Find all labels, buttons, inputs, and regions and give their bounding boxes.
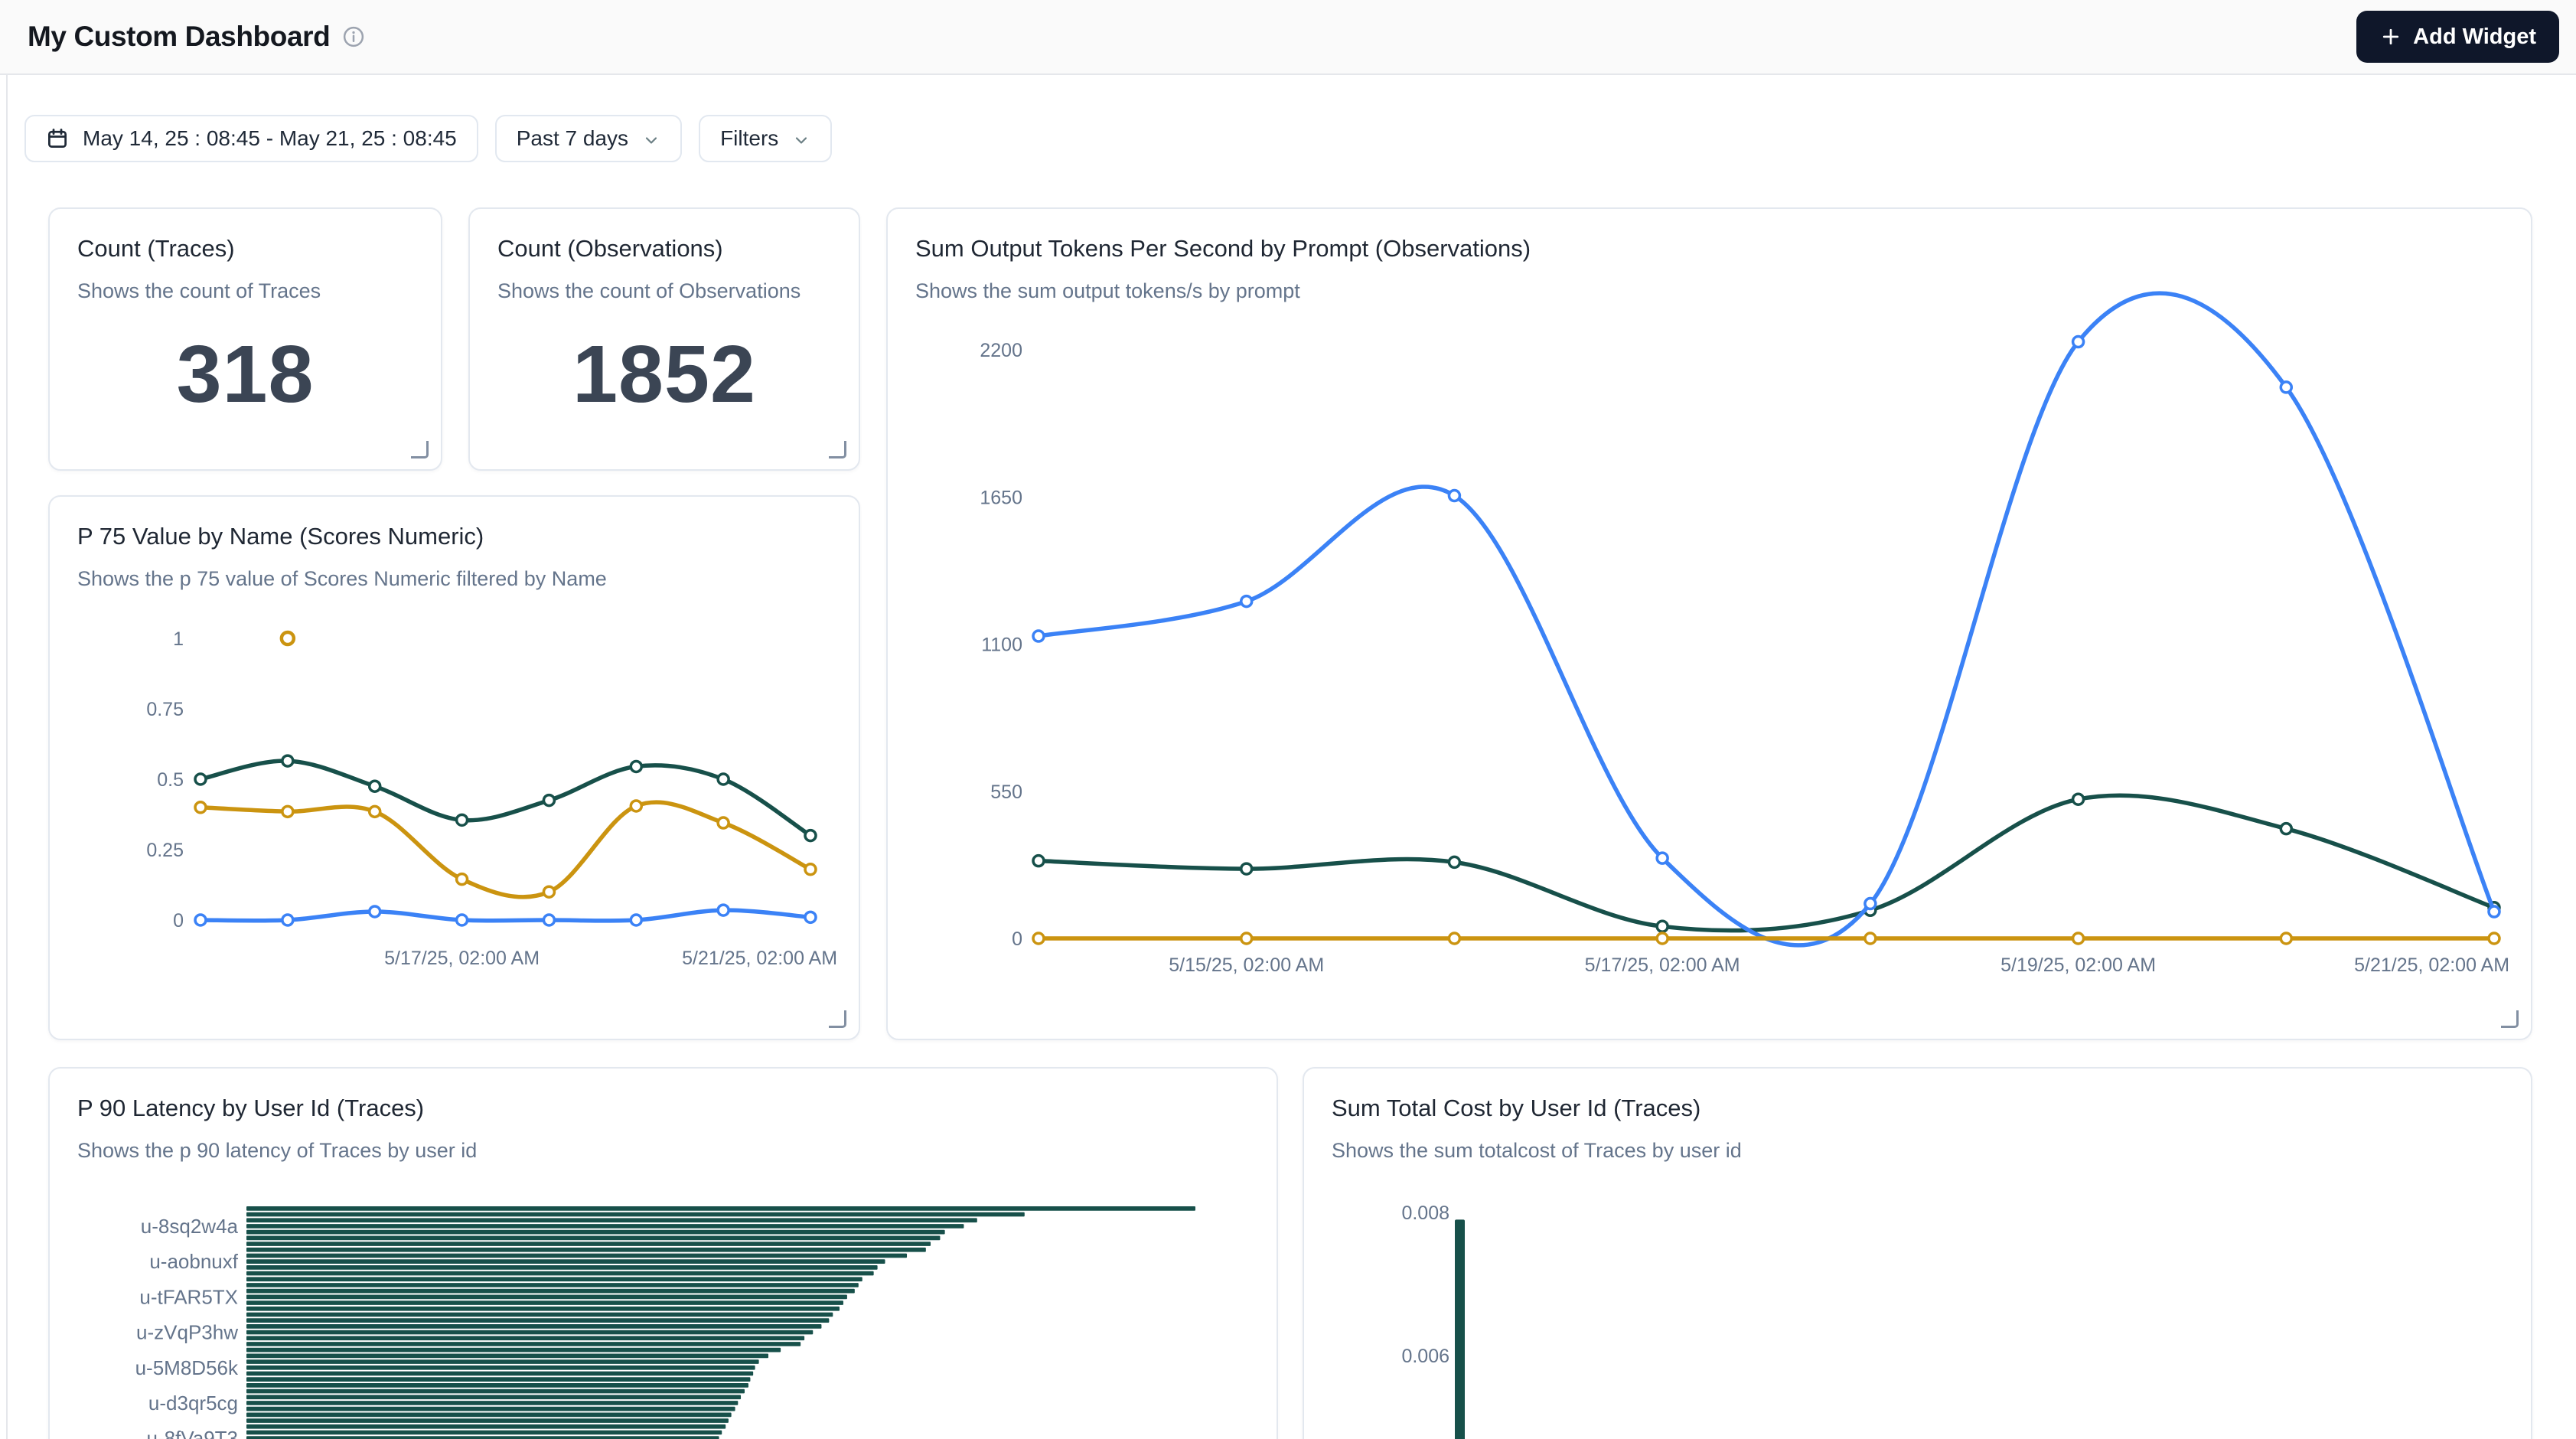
tokens-line-chart: 0 550 1100 1650 2200 5/15/25, 02:00 AM 5/17/25… [888,209,2531,1039]
widget-subtitle: Shows the count of Traces [77,279,413,303]
widget-title: Sum Total Cost by User Id (Traces) [1332,1095,2503,1122]
svg-text:2200: 2200 [980,340,1022,361]
svg-text:5/15/25, 02:00 AM: 5/15/25, 02:00 AM [1169,954,1324,976]
svg-text:0.75: 0.75 [146,699,184,720]
svg-text:u-5M8D56k: u-5M8D56k [135,1356,239,1379]
svg-text:u-aobnuxf: u-aobnuxf [149,1250,238,1273]
date-range-label: May 14, 25 : 08:45 - May 21, 25 : 08:45 [83,126,457,151]
svg-text:0.25: 0.25 [146,840,184,861]
widget-count-traces: Count (Traces) Shows the count of Traces… [48,207,442,471]
calendar-icon [46,127,69,150]
svg-text:5/19/25, 02:00 AM: 5/19/25, 02:00 AM [2000,954,2156,976]
widget-subtitle: Shows the p 90 latency of Traces by user… [77,1139,1249,1163]
svg-text:5/21/25, 02:00 AM: 5/21/25, 02:00 AM [2354,954,2509,976]
dashboard-screen: My Custom Dashboard Add Widget [0,0,2576,1439]
time-preset-button[interactable]: Past 7 days [495,115,682,162]
resize-handle-icon[interactable] [411,441,429,458]
info-icon[interactable] [342,25,365,48]
toolbar: May 14, 25 : 08:45 - May 21, 25 : 08:45 … [24,115,832,162]
chevron-down-icon [792,131,810,149]
count-value: 1852 [470,328,859,421]
count-value: 318 [50,328,441,421]
widget-subtitle: Shows the sum output tokens/s by prompt [915,279,2503,303]
widget-title: Count (Traces) [77,235,413,263]
svg-text:1100: 1100 [981,635,1022,656]
app-header: My Custom Dashboard Add Widget [0,0,2576,75]
p90-bar-chart: u-8sq2w4a u-aobnuxf u-tFAR5TX u-zVqP3hw u-5M… [50,1069,1277,1439]
widget-title: Count (Observations) [497,235,831,263]
add-widget-button[interactable]: Add Widget [2356,11,2559,63]
widget-subtitle: Shows the count of Observations [497,279,831,303]
widget-subtitle: Shows the sum totalcost of Traces by use… [1332,1139,2503,1163]
widget-count-observations: Count (Observations) Shows the count of … [468,207,860,471]
svg-text:u-d3qr5cg: u-d3qr5cg [148,1392,238,1415]
svg-text:0.008: 0.008 [1401,1202,1449,1224]
svg-text:0.006: 0.006 [1401,1346,1449,1367]
content-left-border [6,75,8,1439]
widget-title: P 90 Latency by User Id (Traces) [77,1095,1249,1122]
svg-text:550: 550 [990,781,1022,803]
svg-text:u-zVqP3hw: u-zVqP3hw [136,1321,238,1344]
plus-icon [2379,25,2402,48]
svg-text:1650: 1650 [980,487,1022,508]
date-range-button[interactable]: May 14, 25 : 08:45 - May 21, 25 : 08:45 [24,115,478,162]
widget-p90-latency: u-8sq2w4a u-aobnuxf u-tFAR5TX u-zVqP3hw u-5M… [48,1067,1278,1439]
svg-text:u-tFAR5TX: u-tFAR5TX [139,1285,238,1308]
svg-text:5/17/25, 02:00 AM: 5/17/25, 02:00 AM [1585,954,1740,976]
svg-text:u-8sq2w4a: u-8sq2w4a [141,1215,239,1238]
svg-text:5/17/25, 02:00 AM: 5/17/25, 02:00 AM [384,948,540,969]
svg-text:5/21/25, 02:00 AM: 5/21/25, 02:00 AM [682,948,837,969]
widget-tokens-per-second: 0 550 1100 1650 2200 5/15/25, 02:00 AM 5/17/25… [886,207,2532,1040]
filters-label: Filters [720,126,778,151]
resize-handle-icon[interactable] [829,1010,846,1028]
widget-p75-scores: 0 0.25 0.5 0.75 1 5/17/25, 02:00 AM 5/21/25, 0… [48,495,860,1040]
resize-handle-icon[interactable] [2501,1010,2519,1028]
svg-text:0: 0 [173,910,184,932]
widget-subtitle: Shows the p 75 value of Scores Numeric f… [77,567,831,591]
add-widget-label: Add Widget [2413,24,2536,50]
svg-text:0.5: 0.5 [157,769,184,791]
svg-text:0: 0 [1012,928,1022,950]
cost-bar-chart: 0.008 0.006 [1304,1069,2531,1439]
resize-handle-icon[interactable] [829,441,846,458]
svg-text:u-8fVa9T3: u-8fVa9T3 [147,1427,238,1439]
page-title: My Custom Dashboard [28,21,330,53]
time-preset-label: Past 7 days [517,126,628,151]
widget-title: P 75 Value by Name (Scores Numeric) [77,523,831,550]
widget-total-cost: 0.008 0.006 Sum Total Cost by User Id (Tr… [1303,1067,2532,1439]
svg-text:1: 1 [173,628,184,650]
widget-title: Sum Output Tokens Per Second by Prompt (… [915,235,2503,263]
filters-button[interactable]: Filters [699,115,832,162]
chevron-down-icon [642,131,660,149]
